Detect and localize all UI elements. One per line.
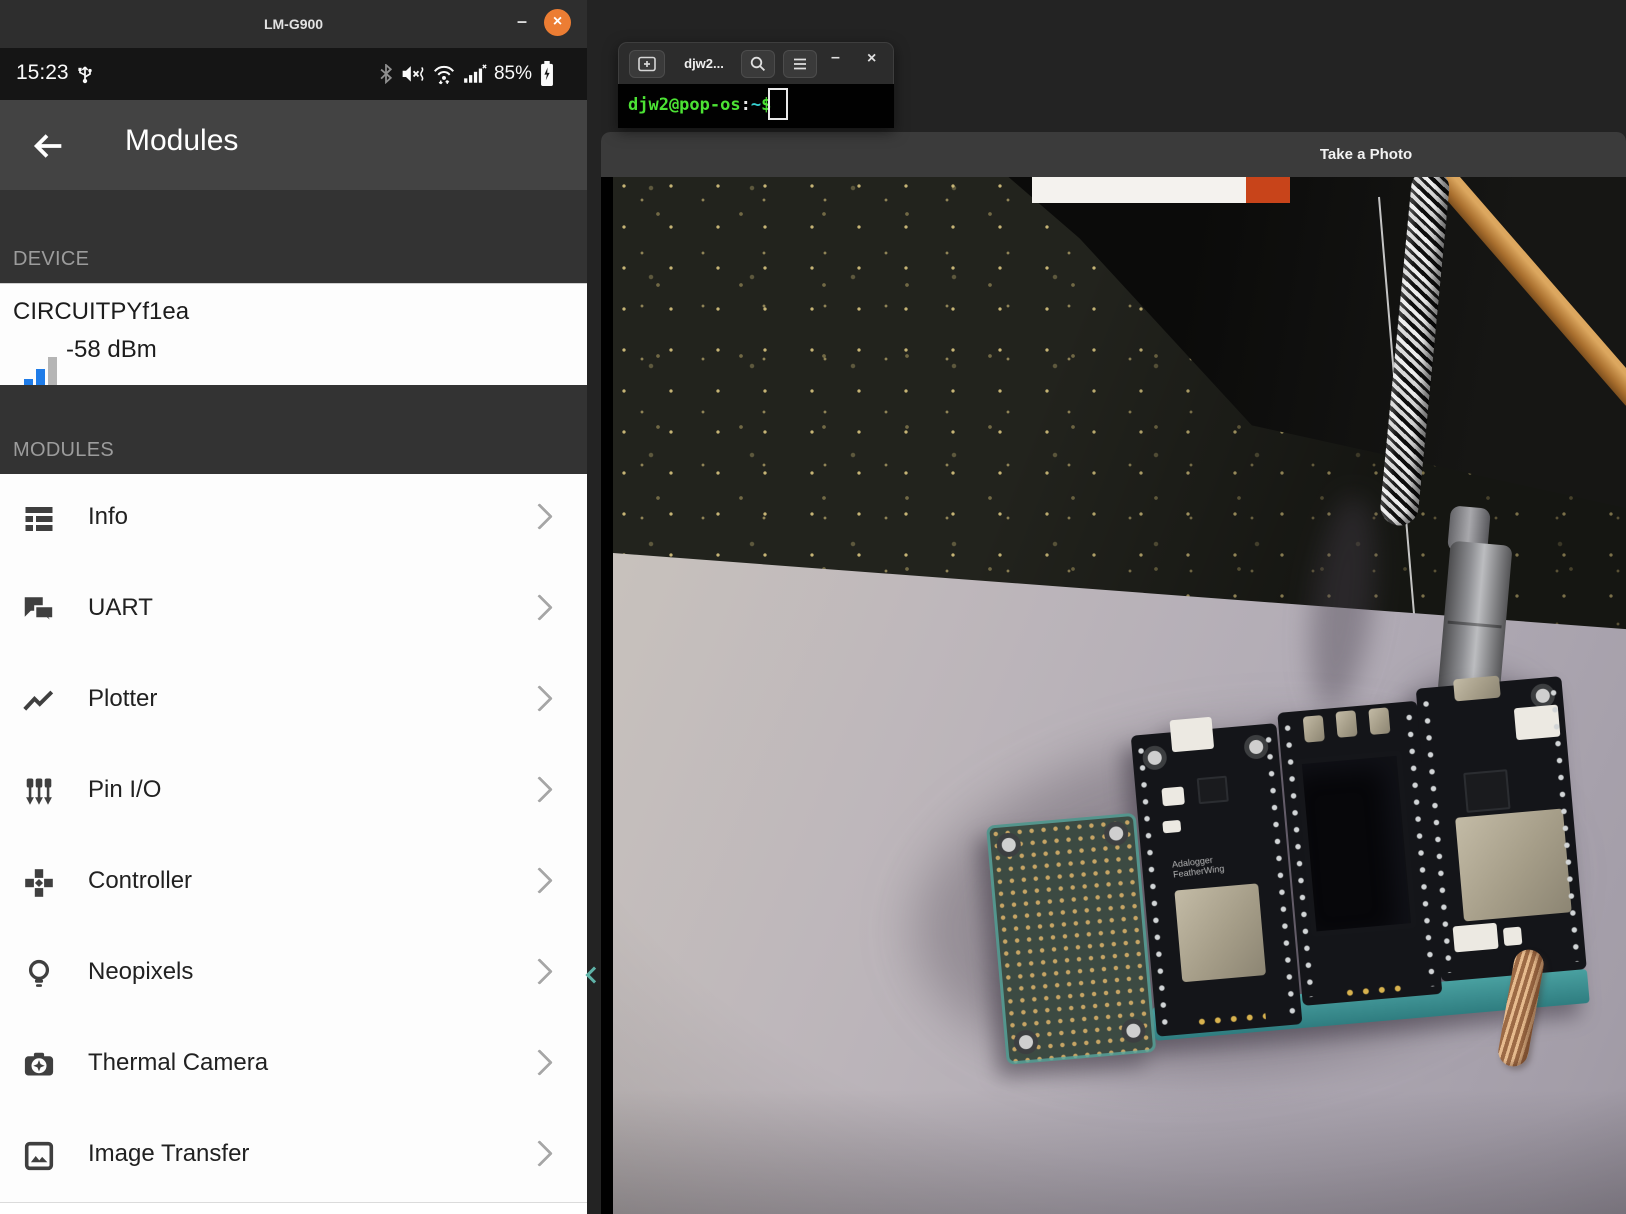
terminal-window: djw2... – × djw2@pop-os:~$ [618, 42, 894, 128]
module-row-info[interactable]: Info [0, 474, 587, 566]
page-title: Modules [125, 124, 238, 158]
board-silkscreen-text: AdaloggerFeatherWing [1171, 853, 1225, 879]
chevron-right-icon [526, 594, 553, 621]
orange-card-edge [1246, 177, 1290, 203]
close-button[interactable]: × [544, 9, 571, 36]
oled-screen [1296, 750, 1416, 936]
module-label: UART [88, 594, 153, 622]
lightbulb-icon [21, 956, 57, 992]
device-section-label: DEVICE [13, 248, 89, 271]
cell-signal-icon [463, 63, 487, 85]
camera-window: Take a Photo [601, 132, 1626, 1214]
chat-icon [21, 592, 57, 628]
camera-preview: AdaloggerFeatherWing [613, 177, 1626, 1214]
menu-button[interactable] [783, 50, 817, 78]
camera-icon [21, 1047, 57, 1083]
chevron-right-icon [526, 1049, 553, 1076]
module-label: Thermal Camera [88, 1049, 268, 1077]
rf-shield [1455, 808, 1572, 921]
android-status-bar: 15:23 [0, 48, 587, 100]
sd-card-holder [1174, 883, 1266, 982]
battery-icon [539, 61, 555, 87]
search-button[interactable] [741, 50, 775, 78]
camera-headerbar: Take a Photo [601, 132, 1626, 177]
app-header: Modules [0, 100, 587, 190]
feather-board-cluster: AdaloggerFeatherWing [977, 670, 1591, 1070]
terminal-close-button[interactable]: × [867, 50, 876, 68]
usb-port [1453, 676, 1501, 702]
battery-percent: 85% [494, 63, 532, 85]
take-photo-button[interactable]: Take a Photo [1320, 132, 1412, 177]
module-label: Pin I/O [88, 776, 161, 804]
line-chart-icon [21, 683, 57, 719]
module-row-pinio[interactable]: Pin I/O [0, 747, 587, 839]
bluetooth-icon [378, 64, 394, 84]
oled-featherwing [1277, 701, 1442, 1006]
modules-section-bar: MODULES [0, 385, 587, 474]
wifi-arrows-icon [432, 63, 456, 85]
desktop: Take a Photo [0, 0, 1626, 1214]
pins-icon [21, 774, 57, 810]
module-label: Info [88, 503, 128, 531]
module-label: Neopixels [88, 958, 193, 986]
phone-mirror-window: LM-G900 – × 15:23 [0, 0, 587, 1214]
device-card[interactable]: CIRCUITPYf1ea -58 dBm [0, 283, 587, 386]
module-label: Plotter [88, 685, 157, 713]
chevron-right-icon [526, 867, 553, 894]
chevron-right-icon [526, 685, 553, 712]
chevron-right-icon [526, 503, 553, 530]
usb-icon [74, 63, 96, 85]
chevron-right-icon [526, 776, 553, 803]
phone-titlebar[interactable]: LM-G900 – × [0, 0, 587, 48]
white-card [1032, 177, 1246, 203]
adalogger-featherwing: AdaloggerFeatherWing [1131, 723, 1303, 1037]
terminal-tab[interactable]: djw2... [675, 50, 733, 78]
terminal-headerbar[interactable]: djw2... – × [618, 42, 894, 84]
modules-section-label: MODULES [13, 439, 114, 462]
module-row-controller[interactable]: Controller [0, 838, 587, 930]
rssi-value: -58 dBm [66, 336, 157, 364]
new-tab-button[interactable] [629, 50, 665, 78]
module-row-thermal-camera[interactable]: Thermal Camera [0, 1020, 587, 1112]
camera-video-area: AdaloggerFeatherWing [601, 177, 1626, 1214]
device-name: CIRCUITPYf1ea [13, 298, 189, 326]
phone-window-title: LM-G900 [0, 0, 587, 48]
image-icon [21, 1138, 57, 1174]
module-row-neopixels[interactable]: Neopixels [0, 929, 587, 1021]
chevron-right-icon [526, 1140, 553, 1167]
back-button[interactable] [28, 126, 68, 166]
modules-list: Info UART Plotter [0, 474, 587, 1214]
feather-mainboard [1416, 676, 1587, 982]
gamepad-icon [21, 865, 57, 901]
module-label: Image Transfer [88, 1140, 249, 1168]
module-row-uart[interactable]: UART [0, 565, 587, 657]
module-row-image-transfer[interactable]: Image Transfer [0, 1111, 587, 1203]
proto-featherwing [986, 813, 1156, 1065]
clock: 15:23 [16, 61, 69, 85]
module-row-plotter[interactable]: Plotter [0, 656, 587, 748]
chevron-right-icon [526, 958, 553, 985]
module-label: Controller [88, 867, 192, 895]
terminal-cursor [768, 88, 788, 120]
list-icon [21, 501, 57, 537]
mute-icon [401, 64, 425, 84]
terminal-body[interactable]: djw2@pop-os:~$ [618, 84, 894, 128]
device-section-bar: DEVICE [0, 190, 587, 283]
minimize-button[interactable]: – [509, 9, 535, 35]
terminal-minimize-button[interactable]: – [831, 49, 840, 67]
shell-prompt: djw2@pop-os:~$ [628, 95, 782, 115]
